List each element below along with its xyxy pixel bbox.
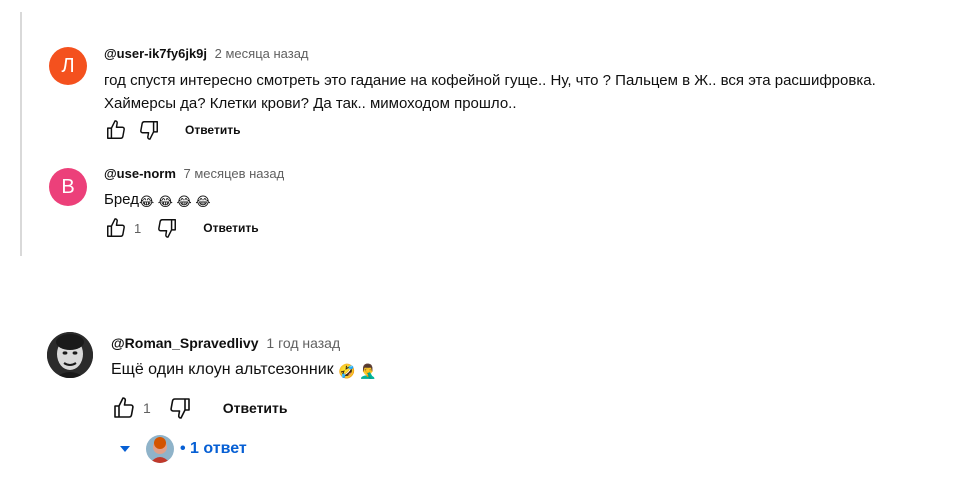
comment-actions: 1 Ответить <box>104 216 259 240</box>
like-count: 1 <box>143 400 151 416</box>
comment-author[interactable]: @user-ik7fy6jk9j <box>104 46 207 61</box>
like-icon <box>114 397 134 418</box>
like-icon <box>107 218 125 237</box>
comment-emojis: 🤣 🤦‍♂️ <box>338 363 377 379</box>
comment-author[interactable]: @Roman_Spravedlivy <box>111 335 259 351</box>
avatar[interactable] <box>47 332 93 378</box>
like-count: 1 <box>134 220 142 236</box>
comment-text: год спустя интересно смотреть это гадани… <box>104 72 876 112</box>
dislike-icon <box>170 398 190 419</box>
avatar[interactable]: Л <box>49 47 87 85</box>
reply-button[interactable]: Ответить <box>223 400 288 416</box>
reply-button[interactable]: Ответить <box>185 123 240 137</box>
avatar-letter: В <box>61 175 75 198</box>
dislike-button[interactable] <box>155 216 179 240</box>
comment-text-body: Ещё один клоун альтсезонник <box>111 361 334 378</box>
chevron-down-icon <box>120 446 130 452</box>
comment-header: @use-norm 7 месяцев назад <box>104 167 284 180</box>
like-button[interactable] <box>104 216 128 240</box>
avatar-photo <box>47 332 93 378</box>
comment-text-body: Бред <box>104 191 139 208</box>
view-replies-button[interactable]: • 1 ответ <box>118 434 247 464</box>
comment-author[interactable]: @use-norm <box>104 166 176 181</box>
dislike-button[interactable] <box>167 395 193 421</box>
dislike-icon <box>140 121 158 140</box>
like-icon <box>107 120 125 139</box>
view-replies-label[interactable]: • 1 ответ <box>180 440 247 458</box>
avatar[interactable]: В <box>49 168 87 206</box>
comment-actions: 1 Ответить <box>111 395 288 421</box>
reply-author-avatar <box>146 435 174 463</box>
comment-header: @Roman_Spravedlivy 1 год назад <box>111 336 340 350</box>
like-button[interactable] <box>104 118 128 142</box>
comment-1: Л @user-ik7fy6jk9j 2 месяца назад год сп… <box>0 0 974 150</box>
like-button[interactable] <box>111 395 137 421</box>
comment-text: Ещё один клоун альтсезонник 🤣 🤦‍♂️ <box>111 358 377 383</box>
comment-header: @user-ik7fy6jk9j 2 месяца назад <box>104 47 309 60</box>
comment-actions: Ответить <box>104 118 240 142</box>
dislike-icon <box>158 219 177 238</box>
comment-emojis: 😂 😂 😂 😂 <box>138 194 211 209</box>
comment-time[interactable]: 1 год назад <box>266 335 340 351</box>
dislike-button[interactable] <box>137 118 161 142</box>
reply-button[interactable]: Ответить <box>203 221 258 235</box>
avatar-letter: Л <box>61 54 75 77</box>
comment-time[interactable]: 7 месяцев назад <box>184 166 285 181</box>
comment-3: @Roman_Spravedlivy 1 год назад Ещё один … <box>0 320 974 430</box>
comments-section: Л @user-ik7fy6jk9j 2 месяца назад год сп… <box>0 0 974 501</box>
comment-2: В @use-norm 7 месяцев назад Бред😂 😂 😂 😂 … <box>0 150 974 250</box>
comment-text: Бред😂 😂 😂 😂 <box>104 188 211 213</box>
comment-time[interactable]: 2 месяца назад <box>215 46 309 61</box>
